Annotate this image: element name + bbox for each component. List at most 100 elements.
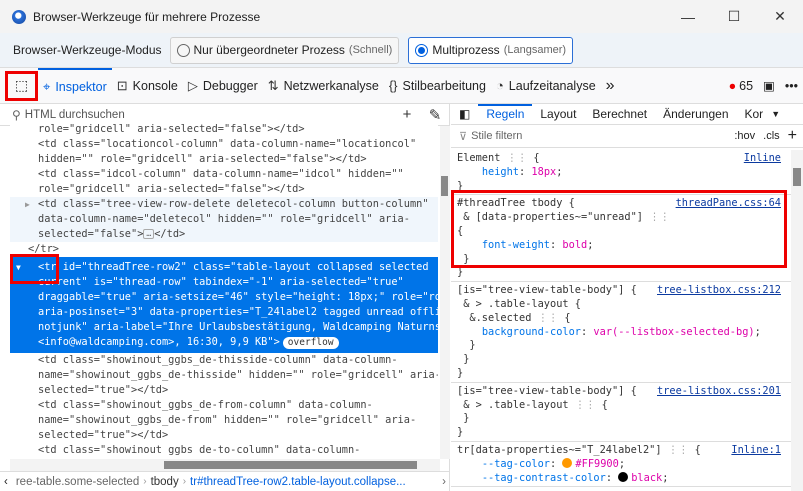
- breadcrumb-item[interactable]: tbody: [147, 476, 183, 488]
- selector-text: ;: [754, 325, 761, 338]
- markup-horizontal-scrollbar[interactable]: [10, 459, 440, 471]
- markup-vertical-scrollbar[interactable]: [440, 126, 450, 459]
- tab-compatibility[interactable]: Kor: [737, 104, 772, 124]
- breadcrumb-item-current[interactable]: tr#threadTree-row2.table-layout.collapse…: [186, 476, 410, 488]
- rule-line: }: [457, 353, 785, 367]
- mode-bar: Browser-Werkzeuge-Modus Nur übergeordnet…: [0, 33, 803, 68]
- markup-line: role="gridcell" aria-selected="false"></…: [38, 183, 305, 195]
- rule-source-link[interactable]: Inline: [744, 152, 781, 166]
- rule-source-link[interactable]: Inline:1: [731, 444, 781, 458]
- selector-text: [457, 472, 482, 484]
- selector-text: :: [550, 457, 563, 470]
- color-swatch-icon[interactable]: [618, 471, 629, 482]
- tab-performance[interactable]: ◔ Laufzeitanalyse: [491, 68, 601, 104]
- minimize-button[interactable]: —: [665, 0, 711, 33]
- breadcrumb-item[interactable]: ree-table.some-selected: [12, 476, 143, 488]
- toggle-sidebar-button[interactable]: ◧: [451, 104, 478, 124]
- markup-line: hidden="" role="gridcell" aria-selected=…: [38, 153, 367, 165]
- markup-node[interactable]: </tr>: [10, 242, 438, 257]
- markup-line: aria-posinset="3" data-properties="T_24l…: [38, 306, 438, 318]
- grid-highlighter-icon[interactable]: ⋮⋮: [668, 444, 689, 456]
- breadcrumb-scroll-right[interactable]: ›: [438, 476, 450, 488]
- layout-icon: ▣: [763, 79, 775, 93]
- markup-line: <td class="showinout_ggbs_de-from-column…: [38, 399, 373, 411]
- tab-inspector[interactable]: ⌖ Inspektor: [38, 67, 112, 104]
- property-name[interactable]: background-color: [482, 326, 581, 338]
- markup-panel: ⚲ HTML durchsuchen + ✎ role="gridcell" a…: [0, 104, 450, 491]
- tab-layout[interactable]: Layout: [532, 104, 584, 124]
- property-name[interactable]: --tag-contrast-color: [482, 472, 606, 484]
- console-icon: ⊡: [116, 77, 128, 93]
- tab-rules[interactable]: Regeln: [478, 104, 533, 124]
- collapsed-children-button[interactable]: …: [143, 229, 155, 239]
- overflow-badge[interactable]: overflow: [282, 337, 339, 349]
- selected-node[interactable]: ▼ <tr id="threadTree-row2" class="table-l…: [10, 257, 438, 353]
- options-menu-button[interactable]: •••: [780, 68, 803, 104]
- property-name[interactable]: --tag-color: [482, 458, 550, 470]
- css-rule: tree-listbox.css:212 [is="tree-view-table…: [451, 282, 791, 383]
- tab-console[interactable]: ⊡ Konsole: [112, 68, 183, 104]
- html-search-input[interactable]: HTML durchsuchen: [25, 109, 393, 121]
- grid-highlighter-icon[interactable]: ⋮⋮: [507, 152, 528, 164]
- property-value[interactable]: 18px: [531, 166, 556, 178]
- tab-debugger[interactable]: ▷ Debugger: [183, 68, 263, 104]
- app-logo-icon: [12, 9, 26, 24]
- selector-text: }: [457, 339, 476, 352]
- selector-text: [is="tree-view-table-body"] {: [457, 284, 637, 297]
- element-picker-button[interactable]: ⬚: [5, 70, 38, 101]
- markup-node[interactable]: <td class="showinout_ggbs_de-from-column…: [10, 398, 438, 443]
- selector-text: [457, 166, 482, 178]
- close-button[interactable]: ✕: [757, 0, 803, 33]
- mode-parent-process-option[interactable]: Nur übergeordneter Prozess (Schnell): [169, 36, 400, 64]
- tab-computed[interactable]: Berechnet: [584, 104, 655, 124]
- breadcrumb-scroll-left[interactable]: ‹: [0, 476, 12, 488]
- maximize-button[interactable]: ☐: [711, 0, 757, 33]
- eyedropper-icon[interactable]: ✎: [421, 106, 449, 124]
- grid-highlighter-icon[interactable]: ⋮⋮: [538, 312, 559, 324]
- cls-toggle[interactable]: .cls: [763, 130, 780, 142]
- property-name[interactable]: height: [482, 166, 519, 178]
- color-swatch-icon[interactable]: [562, 457, 573, 468]
- tab-network[interactable]: ⇅ Netzwerkanalyse: [263, 68, 384, 104]
- rules-scrollbar[interactable]: [791, 150, 803, 491]
- property-value[interactable]: black: [631, 472, 662, 484]
- markup-line: selected="false">: [38, 228, 144, 240]
- markup-node[interactable]: <td class="showinout_ggbs_de-thisside-co…: [10, 353, 438, 398]
- hov-toggle[interactable]: :hov: [734, 130, 755, 142]
- selector-text: & > .table-layout: [457, 398, 575, 411]
- markup-line: <tr id="threadTree-row2" class="table-la…: [38, 261, 429, 273]
- tab-style-editor[interactable]: {} Stilbearbeitung: [384, 68, 491, 104]
- markup-line: data-column-name="deletecol" hidden="" r…: [38, 213, 410, 225]
- markup-node[interactable]: <td class="idcol-column" data-column-nam…: [10, 167, 438, 197]
- selector-text: [457, 458, 482, 470]
- style-filter-input[interactable]: Stile filtern: [471, 130, 734, 142]
- more-tools-button[interactable]: »: [601, 68, 620, 104]
- dock-layout-button[interactable]: ▣: [758, 68, 780, 104]
- markup-node[interactable]: <td class="locationcol-column" data-colu…: [10, 137, 438, 167]
- markup-node[interactable]: role="gridcell" aria-selected="false"></…: [10, 122, 438, 137]
- add-rule-button[interactable]: +: [788, 127, 797, 145]
- collapsed-twisty-icon[interactable]: ▶: [25, 197, 30, 212]
- grid-highlighter-icon[interactable]: ⋮⋮: [575, 399, 596, 411]
- mode-multiprocess-option[interactable]: Multiprozess (Langsamer): [408, 36, 574, 64]
- add-node-button[interactable]: +: [393, 106, 421, 123]
- markup-tree[interactable]: role="gridcell" aria-selected="false"></…: [10, 122, 438, 455]
- option-label: Nur übergeordneter Prozess: [193, 43, 345, 57]
- selector-text: ;: [662, 471, 669, 484]
- selector-text: }: [457, 266, 464, 279]
- tab-changes[interactable]: Änderungen: [655, 104, 736, 124]
- braces-icon: {}: [388, 78, 398, 93]
- rule-source-link[interactable]: tree-listbox.css:212: [657, 284, 781, 298]
- radio-checked-icon: [415, 43, 429, 57]
- rule-source-link[interactable]: tree-listbox.css:201: [657, 385, 781, 399]
- error-icon: ●: [728, 78, 737, 93]
- property-value[interactable]: var(--listbox-selected-bg): [593, 326, 754, 338]
- error-count-button[interactable]: ● 65: [724, 68, 758, 104]
- rule-line: Element ⋮⋮ {: [457, 152, 785, 166]
- markup-node[interactable]: <td class="showinout_ggbs_de-to-column" …: [10, 443, 438, 455]
- markup-node[interactable]: ▶ <td class="tree-view-row-delete deletec…: [10, 197, 438, 242]
- tab-label: Konsole: [132, 78, 178, 93]
- selector-text: & > .table-layout {: [457, 297, 581, 310]
- property-value[interactable]: #FF9900: [575, 458, 618, 470]
- tabs-overflow-dropdown[interactable]: ▼: [771, 109, 780, 119]
